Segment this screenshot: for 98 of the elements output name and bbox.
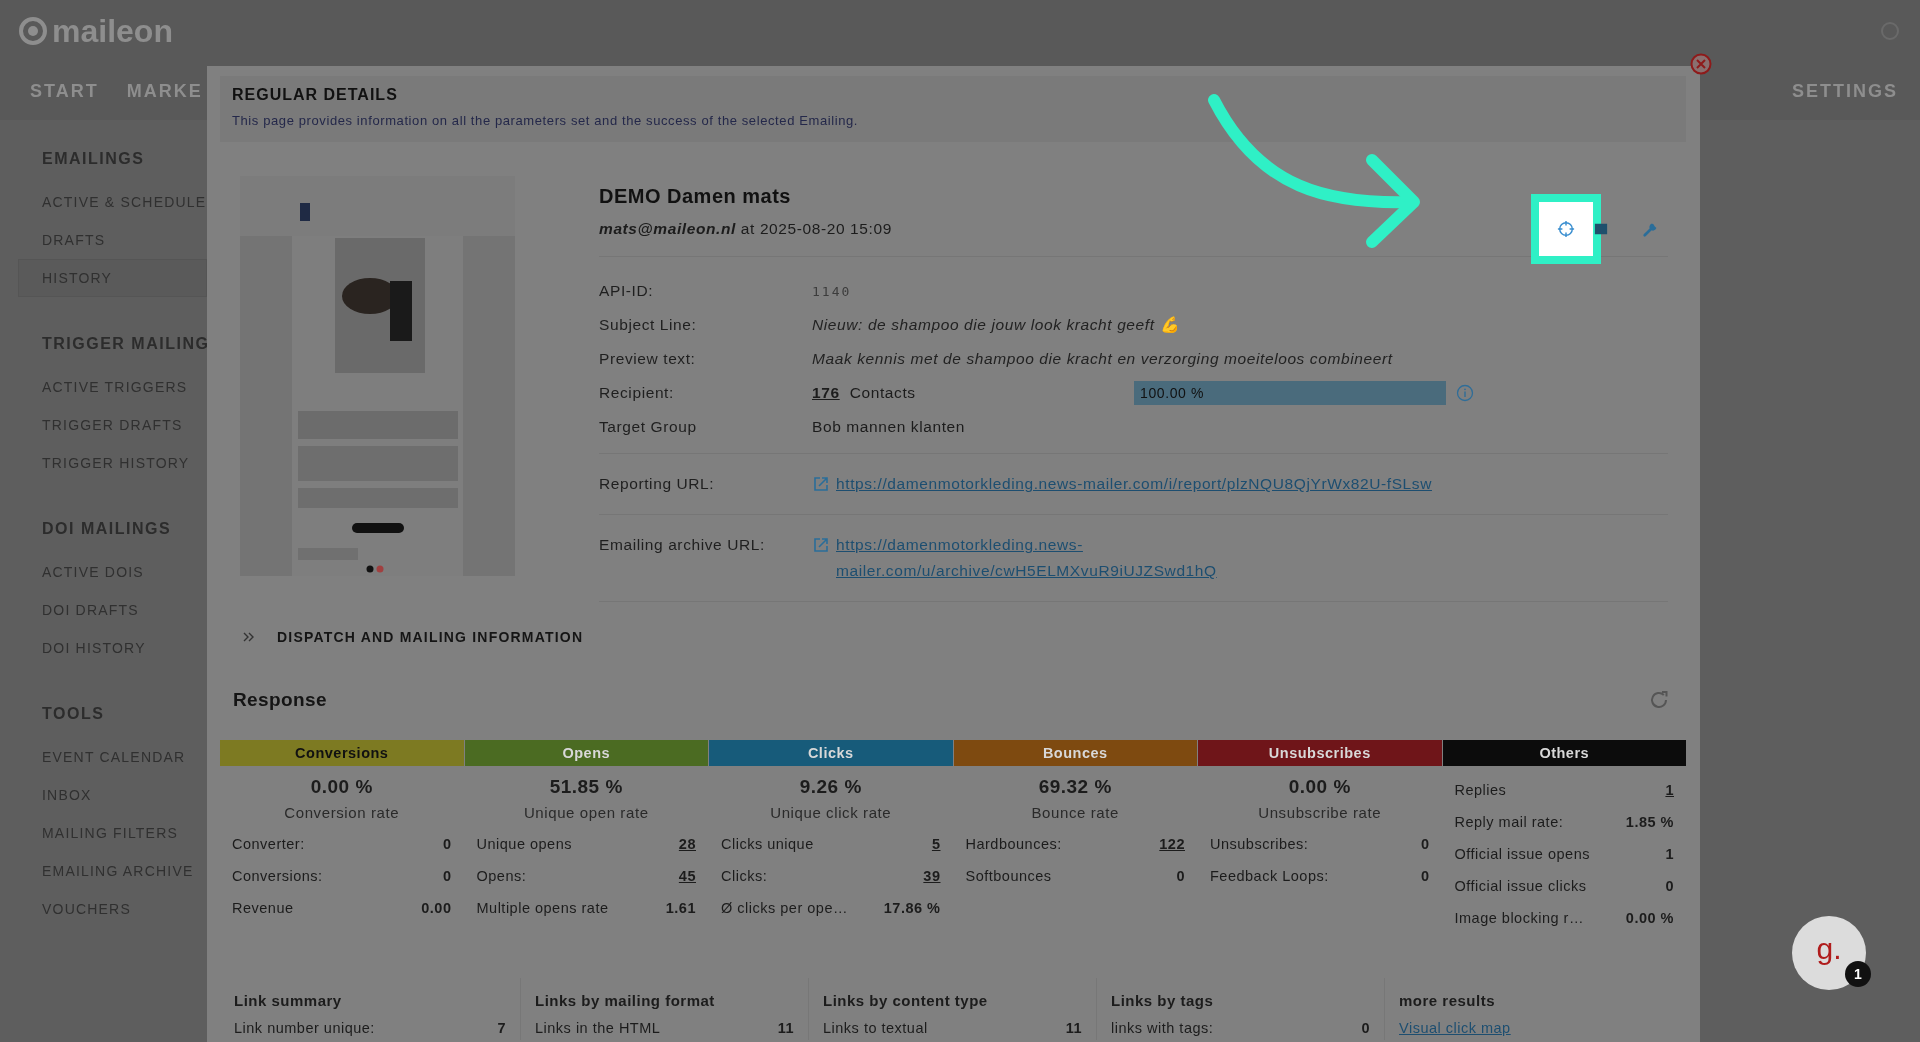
link-stats-heading: Links by tags <box>1111 991 1215 1011</box>
link-stats-heading: Links by content type <box>823 991 989 1011</box>
rate-label: Conversion rate <box>283 803 401 823</box>
stat-label: Feedback Loops: <box>1210 868 1329 884</box>
stat-label: Hardbounces: <box>965 836 1062 852</box>
info-icon[interactable] <box>1456 384 1474 402</box>
stat-value: 0 <box>1361 1020 1370 1036</box>
stat-label: Opens: <box>476 868 527 884</box>
stat-label: Clicks unique <box>721 836 814 852</box>
crosshair-button[interactable] <box>1531 194 1601 264</box>
recipient-count-link[interactable]: 176 <box>812 384 840 402</box>
stat-value: 0 <box>1176 868 1185 884</box>
stat-label: Image blocking r… <box>1454 910 1584 926</box>
category-header: Others <box>1442 740 1686 766</box>
close-button[interactable] <box>1690 53 1712 75</box>
rate-label: Unsubscribe rate <box>1257 803 1383 823</box>
logo-icon <box>18 16 48 46</box>
stat-label: Clicks: <box>721 868 768 884</box>
stat-label: Replies <box>1454 782 1507 798</box>
stat-value: 11 <box>1065 1020 1082 1036</box>
external-link-icon[interactable] <box>812 475 830 493</box>
rate-label: Unique open rate <box>522 803 650 823</box>
field-value: Bob mannen klanten <box>812 418 965 436</box>
field-label: API-ID: <box>599 282 655 300</box>
stat-value: 17.86 % <box>883 900 941 916</box>
field-label: Emailing archive URL: <box>599 535 766 555</box>
stat-value: 0 <box>442 868 452 884</box>
external-link-icon[interactable] <box>812 536 830 554</box>
stat-value: 1.61 <box>665 900 696 916</box>
link-stats-heading: more results <box>1399 991 1497 1011</box>
stat-value: 0.00 <box>421 900 452 916</box>
stat-label: Converter: <box>232 836 305 852</box>
stat-label: Unique opens <box>476 836 572 852</box>
stat-label: Conversions: <box>232 868 323 884</box>
stat-value: 1 <box>1665 846 1674 862</box>
rate-value: 0.00 % <box>1287 775 1352 799</box>
category-header: Clicks <box>709 740 953 766</box>
field-label: Subject Line: <box>599 316 698 334</box>
stat-label: links with tags: <box>1111 1020 1214 1036</box>
dialog-title: REGULAR DETAILS <box>232 85 399 105</box>
rate-label: Unique click rate <box>769 803 893 823</box>
stat-link[interactable]: 5 <box>931 836 941 852</box>
category-header: Conversions <box>220 740 464 766</box>
stat-value: 0.00 % <box>1625 910 1674 926</box>
rate-label: Bounce rate <box>1030 803 1120 823</box>
dialog-description: This page provides information on all the parameters set and the success of the selected Emailing. <box>232 112 860 130</box>
field-value: 1140 <box>812 283 852 299</box>
field-label: Target Group <box>599 418 698 436</box>
stat-link[interactable]: 122 <box>1159 836 1185 852</box>
rate-value: 69.32 % <box>1037 775 1113 799</box>
stat-value: 11 <box>777 1020 794 1036</box>
stat-label: Reply mail rate: <box>1454 814 1564 830</box>
stat-label: Ø clicks per ope… <box>721 900 848 916</box>
sender-line: mats@maileon.nl at 2025-08-20 15:09 <box>599 220 893 238</box>
rate-value: 9.26 % <box>798 775 863 799</box>
url-link[interactable]: https://damenmotorkleding.news-mailer.com/u/archive/cwH5ELMXvuR9iUJZSwd1hQ <box>836 532 1452 584</box>
stat-label: Links to textual <box>823 1020 928 1036</box>
stat-link[interactable]: 39 <box>923 868 941 884</box>
progress-label: 100.00 % <box>1139 385 1204 401</box>
stat-link[interactable]: 45 <box>678 868 696 884</box>
section-title: Response <box>233 689 327 711</box>
stat-label: Unsubscribes: <box>1210 836 1309 852</box>
field-value: Nieuw: de shampoo die jouw look kracht geeft 💪 <box>812 316 1180 334</box>
recipient-unit: Contacts <box>849 384 916 402</box>
stat-value: 0 <box>1420 836 1430 852</box>
field-label: Recipient: <box>599 384 675 402</box>
rate-value: 0.00 % <box>309 775 374 799</box>
mailing-name: DEMO Damen mats <box>599 184 792 208</box>
stat-label: Revenue <box>232 900 294 916</box>
stat-label: Links in the HTML <box>535 1020 661 1036</box>
stat-label: Official issue opens <box>1454 846 1590 862</box>
category-header: Unsubscribes <box>1198 740 1442 766</box>
section-toggle[interactable]: DISPATCH AND MAILING INFORMATION <box>277 629 584 645</box>
rate-value: 51.85 % <box>548 775 624 799</box>
result-link[interactable]: Visual click map <box>1399 1020 1511 1036</box>
link-stats-heading: Link summary <box>234 991 343 1011</box>
field-label: Preview text: <box>599 350 697 368</box>
chevron-icon[interactable] <box>243 631 255 643</box>
stat-label: Official issue clicks <box>1454 878 1587 894</box>
field-label: Reporting URL: <box>599 474 716 494</box>
notification-badge: 1 <box>1845 961 1871 987</box>
stat-label: Link number unique: <box>234 1020 375 1036</box>
stat-label: Multiple opens rate <box>476 900 609 916</box>
stat-value: 1.85 % <box>1625 814 1674 830</box>
link-stats-heading: Links by mailing format <box>535 991 716 1011</box>
stat-value: 0 <box>1665 878 1674 894</box>
stat-value: 0 <box>1420 868 1430 884</box>
field-value: Maak kennis met de shampoo die kracht en verzorging moeiteloos combineert <box>812 350 1393 368</box>
stat-link[interactable]: 1 <box>1665 782 1674 798</box>
category-header: Opens <box>464 740 708 766</box>
stat-label: Softbounces <box>965 868 1052 884</box>
crosshair-icon <box>1557 220 1575 238</box>
category-header: Bounces <box>953 740 1197 766</box>
stat-value: 7 <box>497 1020 506 1036</box>
url-link[interactable]: https://damenmotorkleding.news-mailer.com/i/report/plzNQU8QjYrWx82U-fSLsw <box>836 471 1432 497</box>
stat-link[interactable]: 28 <box>678 836 696 852</box>
stat-value: 0 <box>442 836 452 852</box>
refresh-icon[interactable] <box>1648 689 1670 711</box>
